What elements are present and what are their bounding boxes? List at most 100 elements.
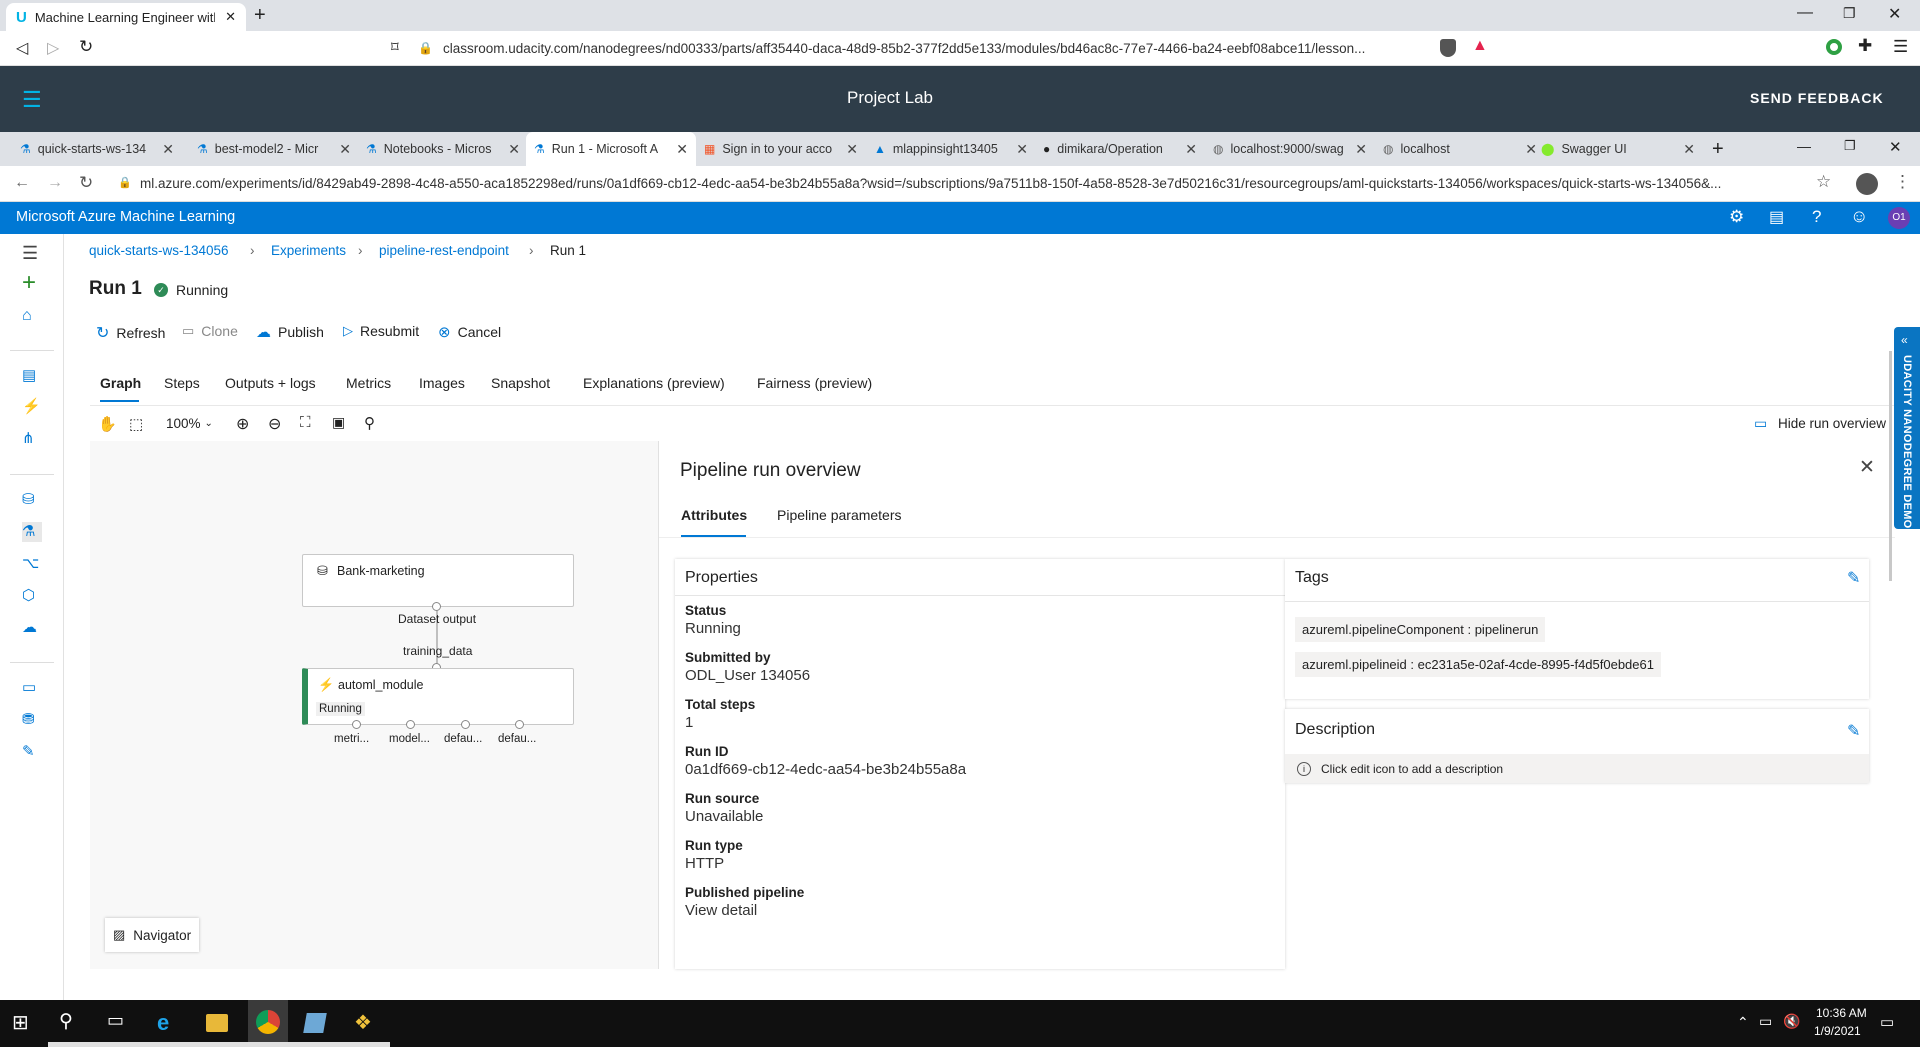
inner-tab[interactable]: ◍ localhost:9000/swag ✕	[1205, 132, 1375, 166]
outer-url-field[interactable]: 🔒 classroom.udacity.com/nanodegrees/nd00…	[418, 37, 1498, 59]
bookmark-icon[interactable]: ⌑	[391, 38, 399, 56]
menu-icon[interactable]: ☰	[1893, 37, 1908, 57]
minimize-icon[interactable]: —	[1797, 4, 1813, 22]
inner-tab[interactable]: ● dimikara/Operation ✕	[1035, 132, 1205, 166]
plus-icon[interactable]: +	[22, 271, 42, 295]
avatar[interactable]: O1	[1888, 207, 1910, 229]
dataset-node[interactable]: ⛁ Bank-marketing	[302, 554, 574, 607]
ie-icon[interactable]: e	[157, 1010, 183, 1036]
brave-shield-icon[interactable]	[1440, 39, 1456, 57]
breadcrumb-experiments[interactable]: Experiments	[271, 243, 346, 258]
task-view-icon[interactable]: ▭	[107, 1010, 133, 1036]
home-icon[interactable]: ⌂	[22, 307, 42, 327]
fit-screen-icon[interactable]: ⛶	[300, 414, 311, 431]
star-icon[interactable]: ☆	[1816, 172, 1831, 192]
close-icon[interactable]: ✕	[1859, 456, 1875, 479]
compute-icon[interactable]: ▭	[22, 678, 42, 698]
send-feedback-button[interactable]: SEND FEEDBACK	[1750, 90, 1884, 106]
edit-tags-icon[interactable]: ✎	[1847, 568, 1860, 588]
close-window-icon[interactable]: ✕	[1888, 4, 1901, 24]
search-icon[interactable]: ⚲	[364, 414, 375, 432]
vpn-icon[interactable]	[1826, 39, 1842, 55]
view-detail-link[interactable]: View detail	[685, 902, 1265, 919]
breadcrumb-experiment[interactable]: pipeline-rest-endpoint	[379, 243, 509, 258]
tab-explanations[interactable]: Explanations (preview)	[583, 375, 725, 391]
smiley-icon[interactable]: ☺	[1850, 206, 1868, 227]
brave-rewards-icon[interactable]: ▲	[1472, 37, 1488, 55]
tab-outputs-logs[interactable]: Outputs + logs	[225, 375, 316, 391]
minimize-icon[interactable]: —	[1797, 138, 1811, 154]
close-icon[interactable]: ✕	[676, 141, 688, 158]
close-icon[interactable]: ✕	[1683, 141, 1695, 158]
graph-canvas[interactable]: ⛁ Bank-marketing Dataset output training…	[90, 441, 658, 969]
volume-muted-icon[interactable]: 🔇	[1783, 1013, 1800, 1030]
chrome-icon[interactable]	[256, 1010, 280, 1034]
reload-icon[interactable]: ↻	[79, 173, 93, 193]
select-icon[interactable]: ⬚	[129, 415, 143, 433]
taskbar-time[interactable]: 10:36 AM	[1816, 1006, 1867, 1020]
inner-tab[interactable]: ⚗ Notebooks - Micros ✕	[358, 132, 528, 166]
inner-tab[interactable]: ▲ mlappinsight13405 ✕	[866, 132, 1036, 166]
close-icon[interactable]: ✕	[846, 141, 858, 158]
restore-icon[interactable]: ❐	[1843, 5, 1856, 22]
pipelines-icon[interactable]: ⌥	[22, 554, 42, 574]
udacity-side-tab[interactable]: « UDACITY NANODEGREE DEMO	[1894, 327, 1920, 529]
close-icon[interactable]: ✕	[225, 9, 236, 25]
settings-icon[interactable]: ⚙	[1729, 207, 1744, 227]
notifications-icon[interactable]: ▭	[1880, 1013, 1894, 1031]
azure-app-title[interactable]: Microsoft Azure Machine Learning	[16, 209, 235, 225]
inner-url-text[interactable]: ml.azure.com/experiments/id/8429ab49-289…	[140, 176, 1800, 191]
tab-steps[interactable]: Steps	[164, 375, 200, 391]
module-node[interactable]: ⚡ automl_module Running	[302, 668, 574, 725]
output-port[interactable]	[352, 720, 361, 729]
endpoints-icon[interactable]: ☁	[22, 618, 42, 638]
datasets-icon[interactable]: ⛁	[22, 490, 42, 510]
close-icon[interactable]: ✕	[1185, 141, 1197, 158]
pan-hand-icon[interactable]: ✋	[98, 415, 117, 433]
inner-tab[interactable]: ⚗ quick-starts-ws-134 ✕	[12, 132, 182, 166]
file-explorer-icon[interactable]	[206, 1014, 228, 1032]
models-icon[interactable]: ⬡	[22, 586, 42, 606]
inner-tab[interactable]: ⬤ Swagger UI ✕	[1533, 132, 1703, 166]
edit-description-icon[interactable]: ✎	[1847, 721, 1860, 741]
clone-button[interactable]: ▭ Clone	[182, 323, 238, 339]
help-icon[interactable]: ?	[1812, 207, 1821, 227]
zoom-out-icon[interactable]: ⊖	[268, 414, 281, 434]
notebook-icon[interactable]: ▤	[22, 366, 42, 386]
hide-run-overview-button[interactable]: Hide run overview	[1778, 416, 1886, 431]
restore-icon[interactable]: ❐	[1844, 138, 1856, 154]
resubmit-button[interactable]: ▷ Resubmit	[343, 323, 419, 339]
zoom-level-select[interactable]: 100% ⌄	[166, 416, 213, 432]
close-icon[interactable]: ✕	[1355, 141, 1367, 158]
app-icon[interactable]	[303, 1013, 327, 1033]
tray-chevron-up-icon[interactable]: ⌃	[1737, 1014, 1749, 1031]
refresh-button[interactable]: ↻ Refresh	[96, 323, 165, 343]
overview-tab-attributes[interactable]: Attributes	[681, 507, 747, 523]
search-icon[interactable]: ⚲	[59, 1010, 85, 1036]
actual-size-icon[interactable]: ▣	[332, 414, 345, 431]
network-icon[interactable]: ▭	[1759, 1013, 1772, 1030]
horizontal-scrollbar[interactable]	[48, 1042, 390, 1047]
experiments-icon[interactable]: ⚗	[22, 522, 42, 542]
designer-icon[interactable]: ⋔	[22, 429, 42, 449]
close-window-icon[interactable]: ✕	[1889, 138, 1902, 156]
back-icon[interactable]: ←	[14, 174, 30, 192]
windows-start-icon[interactable]: ⊞	[12, 1010, 38, 1036]
forward-icon[interactable]: ▷	[47, 38, 59, 58]
publish-button[interactable]: ☁ Publish	[256, 323, 324, 341]
inner-tab[interactable]: ▦ Sign in to your acco ✕	[696, 132, 866, 166]
forward-icon[interactable]: →	[47, 174, 63, 192]
automl-icon[interactable]: ⚡	[22, 397, 42, 417]
overview-tab-parameters[interactable]: Pipeline parameters	[777, 507, 902, 523]
close-icon[interactable]: ✕	[1016, 141, 1028, 158]
taskbar-date[interactable]: 1/9/2021	[1814, 1024, 1861, 1038]
zoom-in-icon[interactable]: ⊕	[236, 414, 249, 434]
kebab-menu-icon[interactable]: ⋮	[1894, 172, 1911, 192]
new-tab-icon[interactable]: +	[1712, 138, 1724, 161]
inner-tab[interactable]: ⚗ best-model2 - Micr ✕	[189, 132, 359, 166]
navigator-button[interactable]: ▨ Navigator	[105, 918, 200, 952]
app-icon[interactable]: ❖	[354, 1010, 380, 1036]
tab-images[interactable]: Images	[419, 375, 465, 391]
feedback-icon[interactable]: ▤	[1769, 207, 1784, 227]
profile-icon[interactable]	[1856, 173, 1878, 195]
